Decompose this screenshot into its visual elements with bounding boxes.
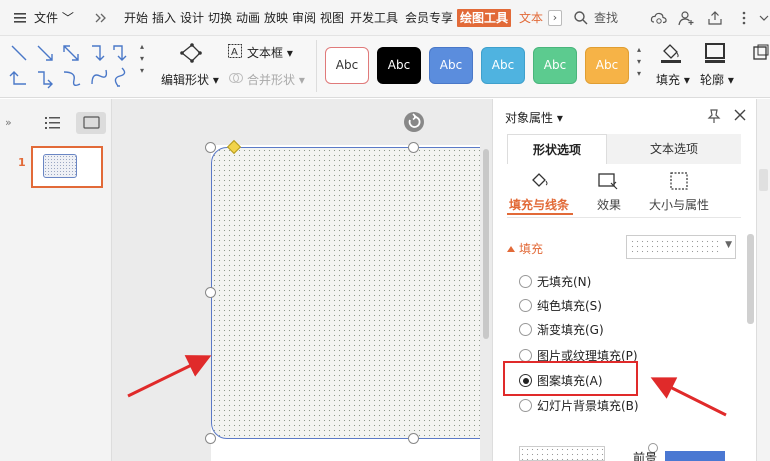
text-box-button[interactable]: 文本框 ▾ — [247, 44, 293, 61]
object-properties-panel: 对象属性 ▾ 形状选项 文本选项 填充与线条 效果 大小与属性 填充 ▼ 无填充… — [492, 99, 756, 461]
tab-transitions[interactable]: 切换 — [208, 9, 232, 27]
selected-rounded-rectangle[interactable] — [211, 147, 501, 439]
slide-view-button[interactable] — [76, 112, 106, 134]
outline-view-icon[interactable] — [45, 116, 61, 133]
search-label[interactable]: 查找 — [594, 9, 618, 27]
outline-button[interactable]: 轮廓 ▾ — [700, 71, 734, 88]
thumbnail-shape — [43, 154, 77, 178]
tab-shape-options[interactable]: 形状选项 — [507, 134, 607, 164]
fill-line-icon[interactable] — [529, 171, 551, 191]
ribbon: ▴ ▾ ▾ 编辑形状 ▾ A 文本框 ▾ 合并形状 ▾ Abc Abc Abc Ab… — [0, 36, 770, 98]
radio-solid-fill[interactable]: 纯色填充(S) — [519, 297, 602, 315]
slide-thumbnail[interactable] — [31, 146, 103, 188]
more-tabs-button[interactable]: › — [548, 10, 562, 26]
effects-icon[interactable] — [597, 171, 619, 191]
fill-pattern-dropdown[interactable]: ▼ — [626, 235, 736, 259]
gallery-scroll[interactable]: ▴ ▾ ▾ — [137, 41, 147, 91]
user-add-icon[interactable] — [677, 9, 695, 27]
tab-design[interactable]: 设计 — [180, 9, 204, 27]
pattern-selector[interactable] — [519, 446, 605, 461]
resize-handle-top-left[interactable] — [205, 142, 216, 153]
subtab-underline — [507, 213, 573, 215]
foreground-color-swatch[interactable] — [665, 451, 725, 461]
subtab-effects[interactable]: 效果 — [597, 196, 621, 213]
text-box-icon[interactable]: A — [227, 43, 243, 62]
resize-handle-left[interactable] — [205, 287, 216, 298]
collapse-pane-icon[interactable]: » — [5, 116, 12, 129]
options-tabs: 形状选项 文本选项 — [507, 134, 741, 164]
highlight-box — [503, 361, 638, 396]
close-icon[interactable] — [734, 109, 746, 124]
shape-style-green[interactable]: Abc — [533, 47, 577, 84]
tab-drawing-tools[interactable]: 绘图工具 — [457, 9, 512, 27]
share-icon[interactable] — [706, 9, 724, 27]
resize-handle-top[interactable] — [408, 142, 419, 153]
tab-animations[interactable]: 动画 — [236, 9, 260, 27]
shape-style-orange[interactable]: Abc — [585, 47, 629, 84]
resize-handle-bottom[interactable] — [408, 433, 419, 444]
chevron-down-icon[interactable] — [758, 9, 770, 27]
tab-review[interactable]: 审阅 — [292, 9, 316, 27]
search-icon[interactable] — [572, 9, 590, 27]
side-toolbar-strip — [756, 99, 770, 461]
tab-view[interactable]: 视图 — [320, 9, 344, 27]
line-arrow-gallery[interactable] — [8, 40, 138, 92]
resize-handle-bottom-left[interactable] — [205, 433, 216, 444]
shape-style-white[interactable]: Abc — [325, 47, 369, 84]
merge-shape-button: 合并形状 ▾ — [247, 73, 305, 87]
hamburger-menu-icon[interactable] — [12, 9, 30, 27]
tab-developer[interactable]: 开发工具 — [350, 9, 398, 27]
panel-title: 对象属性 ▾ — [505, 111, 563, 125]
more-vertical-icon[interactable] — [735, 9, 753, 27]
chevron-double-right-icon[interactable] — [92, 9, 110, 27]
tab-slideshow[interactable]: 放映 — [264, 9, 288, 27]
file-menu[interactable]: 文件 ﹀ — [34, 9, 74, 27]
editing-canvas[interactable] — [112, 99, 501, 461]
foreground-label: 前景 — [633, 451, 658, 461]
ribbon-divider — [316, 40, 317, 92]
slides-pane: » 1 — [0, 99, 112, 461]
style-gallery-scroll[interactable]: ▴ ▾ ▾ — [634, 44, 644, 90]
cloud-sync-icon[interactable] — [650, 9, 668, 27]
merge-shape-icon — [228, 70, 244, 89]
radio-slide-background-fill[interactable]: 幻灯片背景填充(B) — [519, 397, 639, 415]
shape-style-blue[interactable]: Abc — [429, 47, 473, 84]
subtab-size-properties[interactable]: 大小与属性 — [649, 196, 709, 213]
edit-shape-icon[interactable] — [178, 41, 204, 68]
radio-no-fill[interactable]: 无填充(N) — [519, 273, 591, 291]
pin-icon[interactable] — [707, 108, 721, 127]
tab-home[interactable]: 开始 — [124, 9, 148, 27]
side-tool-button[interactable] — [759, 169, 768, 191]
canvas-scrollbar[interactable] — [480, 99, 492, 461]
panel-divider — [507, 217, 741, 218]
fill-section-header[interactable]: 填充 — [507, 240, 543, 257]
rotate-handle-icon[interactable] — [404, 112, 424, 132]
tab-member[interactable]: 会员专享 — [405, 9, 453, 27]
menu-bar: 文件 ﹀ 开始 插入 设计 切换 动画 放映 审阅 视图 开发工具 会员专享 绘… — [0, 0, 770, 36]
panel-scrollbar[interactable] — [747, 234, 754, 324]
tab-text[interactable]: 文本 — [519, 9, 545, 27]
svg-text:A: A — [231, 47, 238, 58]
fill-bucket-icon[interactable] — [660, 41, 682, 68]
edit-shape-button[interactable]: 编辑形状 ▾ — [161, 71, 219, 88]
outline-icon[interactable] — [704, 42, 726, 67]
shape-style-sky[interactable]: Abc — [481, 47, 525, 84]
subtab-fill-line[interactable]: 填充与线条 — [509, 196, 569, 213]
tab-insert[interactable]: 插入 — [152, 9, 176, 27]
tab-text-options[interactable]: 文本选项 — [607, 134, 741, 164]
shape-effects-icon[interactable] — [752, 44, 770, 65]
radio-gradient-fill[interactable]: 渐变填充(G) — [519, 321, 604, 339]
shape-style-black[interactable]: Abc — [377, 47, 421, 84]
fill-button[interactable]: 填充 ▾ — [656, 71, 690, 88]
slide-number: 1 — [18, 156, 26, 169]
size-properties-icon[interactable] — [668, 171, 690, 191]
